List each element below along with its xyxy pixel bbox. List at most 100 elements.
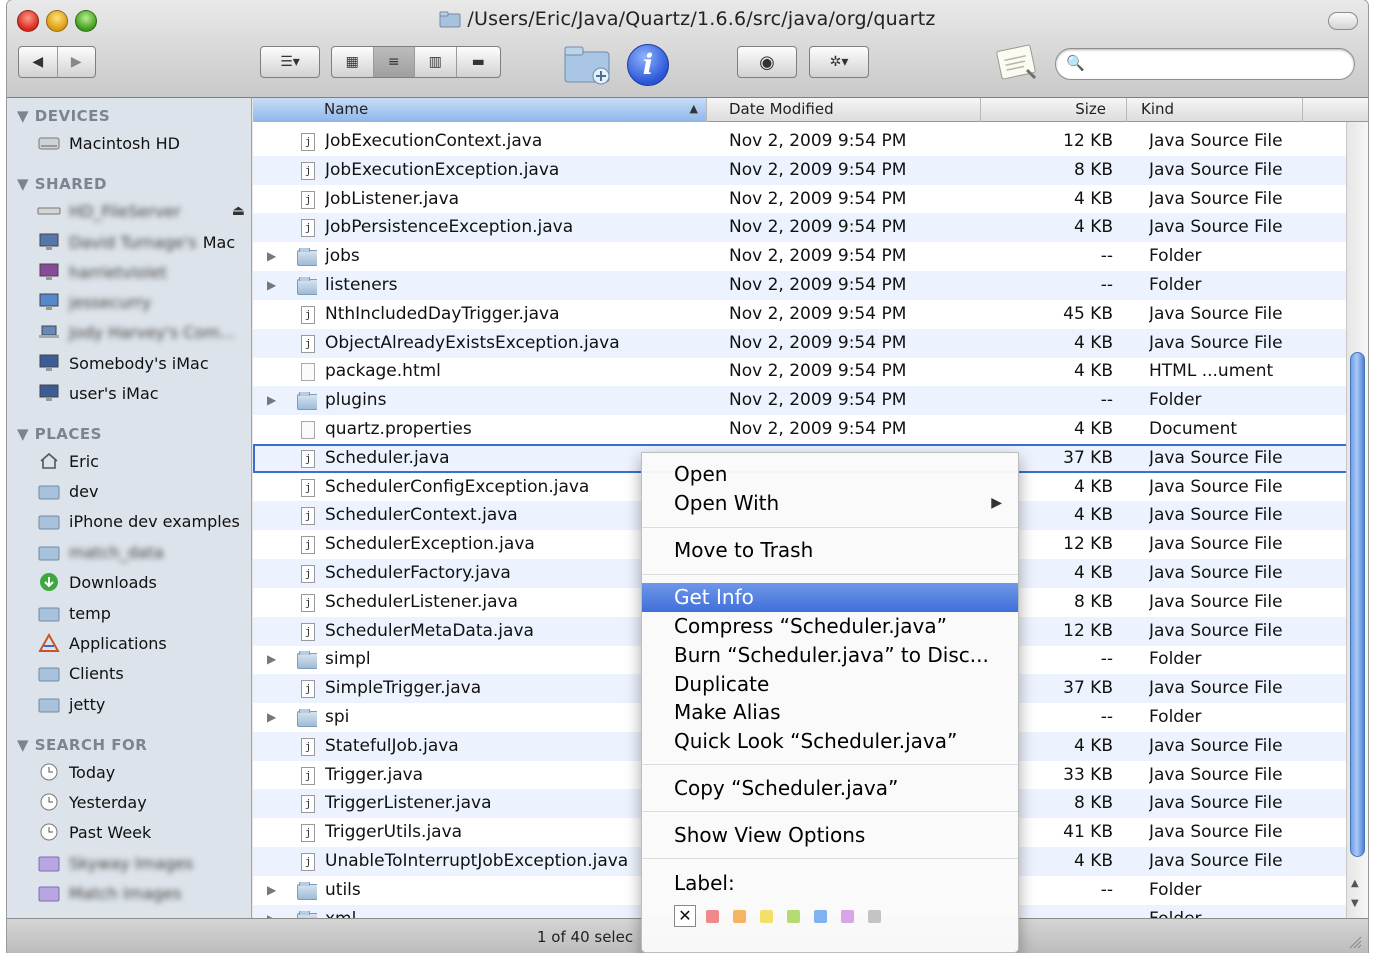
file-row[interactable]: j NthIncludedDayTrigger.java Nov 2, 2009 9… xyxy=(253,300,1348,329)
search-field[interactable]: 🔍 xyxy=(1055,48,1355,80)
menu-item-label: Burn “Scheduler.java” to Disc... xyxy=(674,643,989,667)
menu-item-show-view-options[interactable]: Show View Options xyxy=(642,821,1018,850)
menu-item-open-with[interactable]: Open With ▶ xyxy=(642,489,1018,518)
file-row[interactable]: j JobPersistenceException.java Nov 2, 2009… xyxy=(253,213,1348,243)
sidebar-item-smart-folder[interactable]: Skyway Images xyxy=(37,850,249,876)
sidebar-item-shared-mac[interactable]: David Turnage's Mac xyxy=(37,229,249,255)
sidebar-item-today[interactable]: Today xyxy=(37,759,249,785)
vertical-scrollbar[interactable]: ▲ ▼ xyxy=(1346,122,1368,918)
cell-name: listeners xyxy=(325,275,398,295)
coverflow-view-icon: ▬ xyxy=(471,54,485,70)
label-color-orange[interactable] xyxy=(733,909,746,923)
scroll-up-arrow-icon[interactable]: ▲ xyxy=(1351,878,1359,889)
java-file-icon: j xyxy=(297,795,317,814)
sidebar-item-yesterday[interactable]: Yesterday xyxy=(37,789,249,815)
sidebar-item-users-imac[interactable]: user's iMac xyxy=(37,380,249,406)
sidebar-item-applications[interactable]: Applications xyxy=(37,630,249,656)
applications-icon xyxy=(37,633,61,653)
list-view-button[interactable]: ≡ xyxy=(373,47,416,77)
back-button[interactable]: ◀ xyxy=(19,47,58,77)
menu-item-open[interactable]: Open xyxy=(642,460,1018,489)
file-row[interactable]: j JobListener.java Nov 2, 2009 9:54 PM 4 KB… xyxy=(253,185,1348,214)
scroll-down-arrow-icon[interactable]: ▼ xyxy=(1351,898,1359,909)
menu-item-quick-look[interactable]: Quick Look “Scheduler.java” xyxy=(642,727,1018,756)
sidebar-item-clients[interactable]: Clients xyxy=(37,660,249,686)
menu-item-make-alias[interactable]: Make Alias xyxy=(642,698,1018,727)
sidebar-item-jetty[interactable]: jetty xyxy=(37,691,249,717)
sidebar-heading-places[interactable]: ▼ PLACES xyxy=(17,425,102,443)
disclosure-triangle-icon[interactable]: ▶ xyxy=(267,242,281,271)
cell-size: 4 KB xyxy=(1073,361,1113,382)
cell-kind: Java Source File xyxy=(1149,678,1283,699)
forward-button[interactable]: ▶ xyxy=(58,47,96,77)
file-row[interactable]: j JobExecutionException.java Nov 2, 2009 9… xyxy=(253,155,1348,185)
sidebar-item-label: Downloads xyxy=(69,572,157,592)
menu-item-get-info[interactable]: Get Info xyxy=(642,583,1018,612)
new-folder-icon[interactable] xyxy=(563,42,613,86)
file-row[interactable]: quartz.properties Nov 2, 2009 9:54 PM 4 KB… xyxy=(253,415,1348,444)
column-header-kind[interactable]: Kind xyxy=(1127,98,1303,122)
disclosure-triangle-icon[interactable]: ▶ xyxy=(267,386,281,415)
file-row[interactable]: package.html Nov 2, 2009 9:54 PM 4 KB HTML … xyxy=(253,357,1348,386)
sidebar-item-iphone-dev-examples[interactable]: iPhone dev examples xyxy=(37,508,249,534)
disclosure-triangle-icon[interactable]: ▶ xyxy=(267,876,281,905)
cell-name: JobPersistenceException.java xyxy=(325,217,574,238)
label-color-yellow[interactable] xyxy=(760,909,773,923)
sidebar-item-somebodys-imac[interactable]: Somebody's iMac xyxy=(37,350,249,376)
sidebar-item-shared-computer[interactable]: harrietviolet xyxy=(37,259,249,285)
path-bar-icon[interactable] xyxy=(993,40,1041,86)
label-color-gray[interactable] xyxy=(868,909,881,923)
column-header-size[interactable]: Size xyxy=(981,98,1127,122)
label-color-blue[interactable] xyxy=(814,909,827,923)
arrange-button[interactable]: ☰▾ xyxy=(261,47,319,77)
file-row[interactable]: j JobExecutionContext.java Nov 2, 2009 9:5… xyxy=(253,127,1348,156)
sidebar-heading-search-for[interactable]: ▼ SEARCH FOR xyxy=(17,736,147,754)
resize-grip-icon[interactable] xyxy=(1348,935,1362,949)
disclosure-triangle-icon[interactable]: ▶ xyxy=(267,703,281,732)
no-label-icon[interactable]: ✕ xyxy=(674,905,696,927)
label-color-red[interactable] xyxy=(706,909,719,923)
menu-item-burn[interactable]: Burn “Scheduler.java” to Disc... xyxy=(642,641,1018,670)
column-header-date[interactable]: Date Modified xyxy=(707,98,981,122)
sidebar-item-macintosh-hd[interactable]: Macintosh HD xyxy=(37,130,249,156)
folder-icon xyxy=(297,277,317,295)
folder-row[interactable]: ▶ listeners Nov 2, 2009 9:54 PM -- Folder xyxy=(253,271,1348,300)
disclosure-triangle-icon[interactable]: ▶ xyxy=(267,271,281,300)
sidebar-item-smart-folder[interactable]: Match Images xyxy=(37,880,249,906)
window-title-text: /Users/Eric/Java/Quartz/1.6.6/src/java/o… xyxy=(467,8,936,30)
get-info-button[interactable]: i xyxy=(627,44,669,86)
disclosure-triangle-icon[interactable]: ▶ xyxy=(267,645,281,674)
sidebar-item-downloads[interactable]: Downloads xyxy=(37,569,249,595)
quicklook-button[interactable]: ◉ xyxy=(738,47,796,77)
sidebar-item-match-data[interactable]: match_data xyxy=(37,539,249,565)
cell-size: 4 KB xyxy=(1073,505,1113,526)
action-menu-button[interactable]: ✲▾ xyxy=(810,47,868,77)
file-row[interactable]: j ObjectAlreadyExistsException.java Nov 2,… xyxy=(253,328,1348,358)
sidebar-item-server[interactable]: HD_FileServer ⏏ xyxy=(37,198,249,224)
sidebar-heading-devices[interactable]: ▼ DEVICES xyxy=(17,107,110,125)
sidebar-item-dev[interactable]: dev xyxy=(37,478,249,504)
sidebar-item-shared-computer[interactable]: jessecurry xyxy=(37,289,249,315)
column-header-name[interactable]: Name ▲ xyxy=(253,98,707,122)
coverflow-view-button[interactable]: ▬ xyxy=(457,47,500,77)
disclosure-triangle-icon[interactable]: ▶ xyxy=(267,905,281,918)
folder-row[interactable]: ▶ jobs Nov 2, 2009 9:54 PM -- Folder xyxy=(253,242,1348,271)
label-color-green[interactable] xyxy=(787,909,800,923)
scrollbar-thumb[interactable] xyxy=(1350,352,1365,857)
folder-row[interactable]: ▶ plugins Nov 2, 2009 9:54 PM -- Folder xyxy=(253,386,1348,416)
icon-view-button[interactable]: ▦ xyxy=(332,47,374,77)
label-color-purple[interactable] xyxy=(841,909,854,923)
sidebar-item-past-week[interactable]: Past Week xyxy=(37,819,249,845)
sidebar-heading-shared[interactable]: ▼ SHARED xyxy=(17,175,107,193)
menu-item-move-to-trash[interactable]: Move to Trash xyxy=(642,536,1018,565)
sidebar-item-eric[interactable]: Eric xyxy=(37,448,249,474)
column-header-label: Kind xyxy=(1141,100,1175,118)
menu-item-copy[interactable]: Copy “Scheduler.java” xyxy=(642,774,1018,803)
menu-item-duplicate[interactable]: Duplicate xyxy=(642,670,1018,699)
eject-icon[interactable]: ⏏ xyxy=(232,203,245,219)
column-view-button[interactable]: ▥ xyxy=(415,47,457,77)
toolbar-toggle-button[interactable] xyxy=(1328,12,1358,30)
sidebar-item-temp[interactable]: temp xyxy=(37,600,249,626)
sidebar-item-shared-laptop[interactable]: Jody Harvey's Com... xyxy=(37,319,249,345)
menu-item-compress[interactable]: Compress “Scheduler.java” xyxy=(642,612,1018,641)
